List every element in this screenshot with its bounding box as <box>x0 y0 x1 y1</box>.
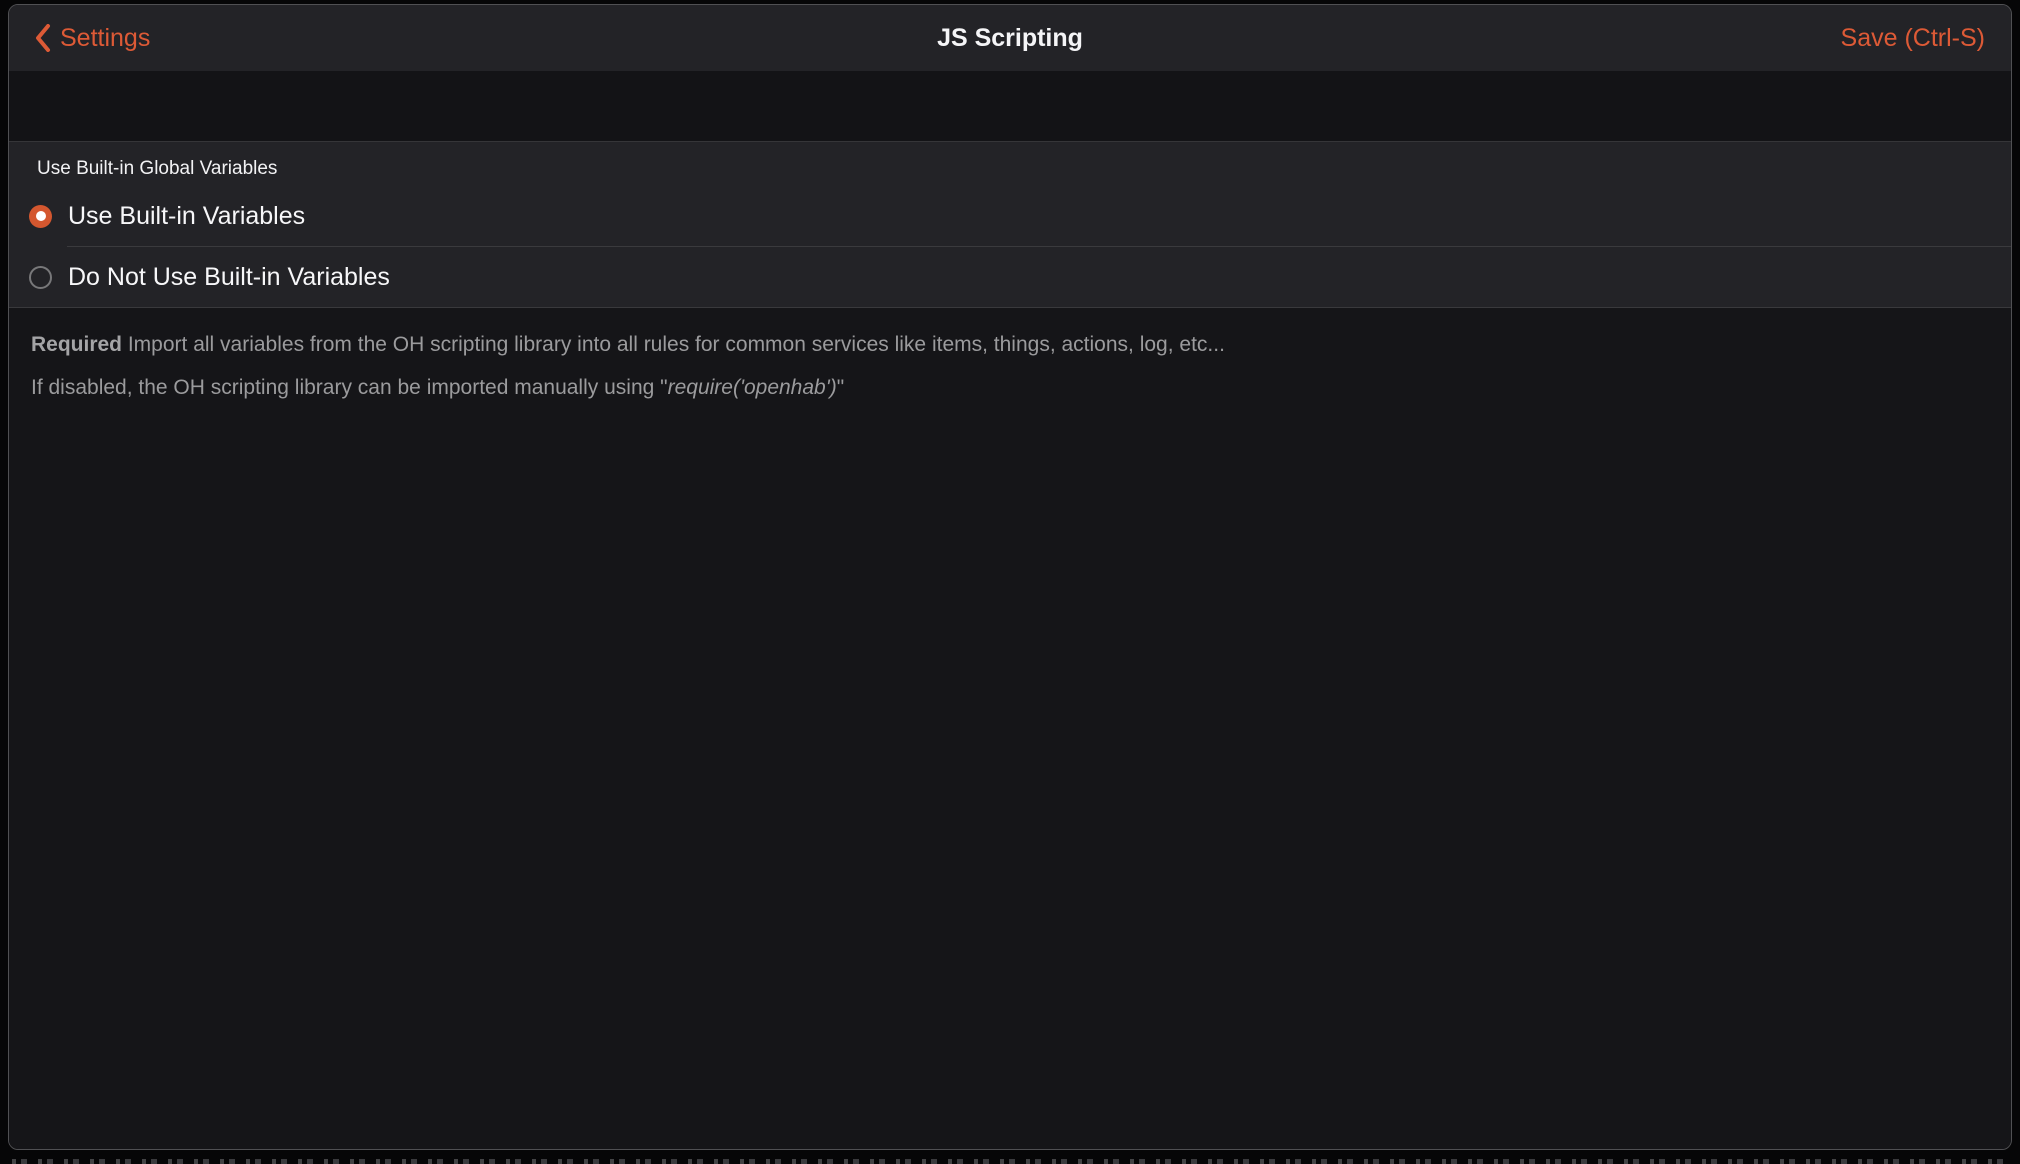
radio-unselected-icon[interactable] <box>29 266 52 289</box>
description-line-2-text: If disabled, the OH scripting library ca… <box>31 376 668 399</box>
js-scripting-settings-popup: Settings JS Scripting Save (Ctrl-S) Use … <box>8 4 2012 1150</box>
page-title: JS Scripting <box>9 24 2011 53</box>
back-button-settings[interactable]: Settings <box>35 24 150 53</box>
radio-option-label: Do Not Use Built-in Variables <box>68 263 390 292</box>
description-line-2-closing-quote: " <box>837 376 844 399</box>
empty-content-area <box>9 414 2011 1149</box>
description-code-snippet: require('openhab') <box>668 376 837 399</box>
save-button[interactable]: Save (Ctrl-S) <box>1841 24 1985 53</box>
radio-group-built-in-variables: Use Built-in Global Variables Use Built-… <box>9 141 2011 308</box>
description-line-1: Required Import all variables from the O… <box>31 328 1971 361</box>
radio-option-use-built-in[interactable]: Use Built-in Variables <box>9 186 2011 246</box>
description-line-2: If disabled, the OH scripting library ca… <box>31 371 1971 404</box>
radio-group-label: Use Built-in Global Variables <box>9 142 2011 186</box>
required-badge-text: Required <box>31 333 122 356</box>
chevron-left-icon <box>35 24 51 52</box>
setting-description: Required Import all variables from the O… <box>9 308 2011 414</box>
description-line-1-text: Import all variables from the OH scripti… <box>122 333 1225 356</box>
radio-selected-icon[interactable] <box>29 205 52 228</box>
navbar-spacer <box>9 71 2011 141</box>
navbar: Settings JS Scripting Save (Ctrl-S) <box>9 5 2011 71</box>
radio-option-label: Use Built-in Variables <box>68 202 305 231</box>
back-button-label: Settings <box>60 24 150 53</box>
clipped-underlying-page-content <box>12 1159 2004 1164</box>
radio-option-do-not-use-built-in[interactable]: Do Not Use Built-in Variables <box>9 247 2011 307</box>
